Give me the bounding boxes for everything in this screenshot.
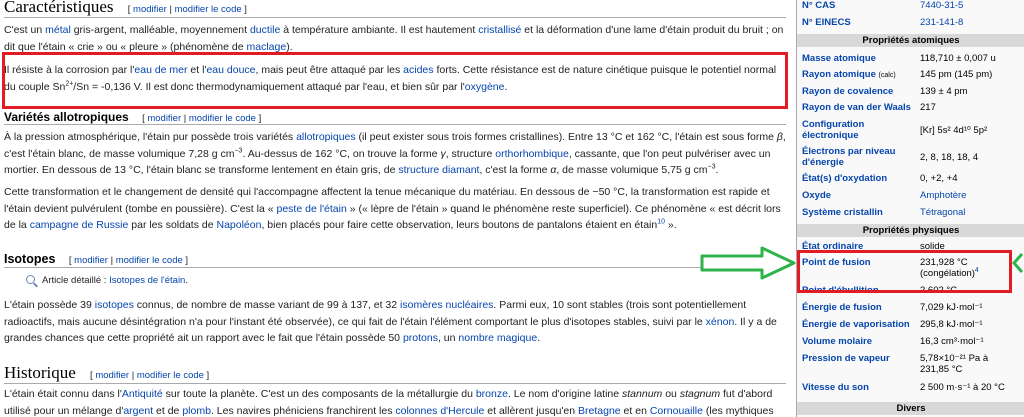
link-isotopes-etain[interactable]: Isotopes de l'étain	[109, 275, 185, 286]
heading-rule	[4, 267, 786, 268]
infobox-section-atomic: Propriétés atomiques	[797, 34, 1024, 47]
heading-historique: Historique [ modifier | modifier le code…	[4, 363, 210, 382]
link-structure-diamant[interactable]: structure diamant	[398, 164, 479, 176]
paragraph-allotropes: À la pression atmosphérique, l'étain pur…	[4, 131, 786, 176]
link-peste-etain[interactable]: peste de l'étain	[277, 203, 347, 215]
magnifier-icon	[26, 275, 35, 284]
link-xenon[interactable]: xénon	[706, 316, 735, 328]
link-cristallise[interactable]: cristallisé	[478, 24, 521, 36]
heading-rule	[4, 17, 786, 18]
heading-caracteristiques: Caractéristiques [ modifier | modifier l…	[4, 0, 247, 16]
link-antiquite[interactable]: Antiquité	[122, 388, 163, 400]
infobox-section-divers: Divers	[797, 402, 1024, 415]
ref-10[interactable]: 10	[657, 219, 665, 226]
infobox-section-physical: Propriétés physiques	[797, 224, 1024, 237]
link-bretagne[interactable]: Bretagne	[578, 405, 621, 417]
heading-rule	[4, 383, 786, 384]
link-allotropiques[interactable]: allotropiques	[296, 131, 356, 143]
green-arrow-right-icon	[700, 246, 796, 280]
section-edit-links: [ modifier | modifier le code ]	[90, 370, 210, 381]
infobox: N° CAS 7440-31-5 N° EINECS 231-141-8 Pro…	[796, 0, 1024, 417]
link-campagne-russie[interactable]: campagne de Russie	[30, 219, 129, 231]
article-content: Caractéristiques [ modifier | modifier l…	[0, 0, 790, 417]
paragraph-peste: Cette transformation et le changement de…	[4, 186, 781, 231]
link-protons[interactable]: protons	[403, 332, 438, 344]
edit-link[interactable]: modifier	[133, 4, 167, 15]
link-argent[interactable]: argent	[123, 405, 153, 417]
link-ductile[interactable]: ductile	[250, 24, 280, 36]
link-orthorhombique[interactable]: orthorhombique	[495, 148, 569, 160]
link-bronze[interactable]: bronze	[476, 388, 508, 400]
section-edit-links: [ modifier | modifier le code ]	[68, 255, 189, 266]
link-isotopes[interactable]: isotopes	[95, 299, 134, 311]
link-maclage[interactable]: maclage	[247, 41, 287, 53]
section-edit-links: [ modifier | modifier le code ]	[142, 113, 262, 124]
section-edit-links: [ modifier | modifier le code ]	[127, 4, 247, 15]
link-plomb[interactable]: plomb	[182, 405, 211, 417]
link-colonnes-hercule[interactable]: colonnes d'Hercule	[395, 405, 484, 417]
highlight-box-corrosion	[2, 52, 788, 109]
edit-link[interactable]: modifier	[95, 370, 129, 381]
paragraph-historique: L'étain était connu dans l'Antiquité sur…	[4, 388, 774, 417]
edit-code-link[interactable]: modifier le code	[137, 370, 204, 381]
edit-link[interactable]: modifier	[74, 255, 108, 266]
green-arrow-left-icon	[1012, 253, 1024, 273]
heading-rule	[4, 124, 786, 125]
main-article-note: Article détaillé : Isotopes de l'étain.	[26, 274, 188, 286]
edit-code-link[interactable]: modifier le code	[189, 113, 256, 124]
heading-isotopes: Isotopes [ modifier | modifier le code ]	[4, 252, 189, 266]
edit-code-link[interactable]: modifier le code	[175, 4, 242, 15]
link-nombre-magique[interactable]: nombre magique	[458, 332, 537, 344]
link-metal[interactable]: métal	[45, 24, 71, 36]
link-isomeres-nucleaires[interactable]: isomères nucléaires	[400, 299, 493, 311]
edit-code-link[interactable]: modifier le code	[116, 255, 183, 266]
paragraph-properties: C'est un métal gris-argent, malléable, m…	[4, 24, 784, 53]
highlight-box-fusion	[797, 250, 1012, 293]
heading-allotropiques: Variétés allotropiques [ modifier | modi…	[4, 110, 262, 124]
link-cornouaille[interactable]: Cornouaille	[650, 405, 703, 417]
link-napoleon[interactable]: Napoléon	[216, 219, 261, 231]
edit-link[interactable]: modifier	[147, 113, 181, 124]
paragraph-isotopes: L'étain possède 39 isotopes connus, de n…	[4, 299, 777, 344]
